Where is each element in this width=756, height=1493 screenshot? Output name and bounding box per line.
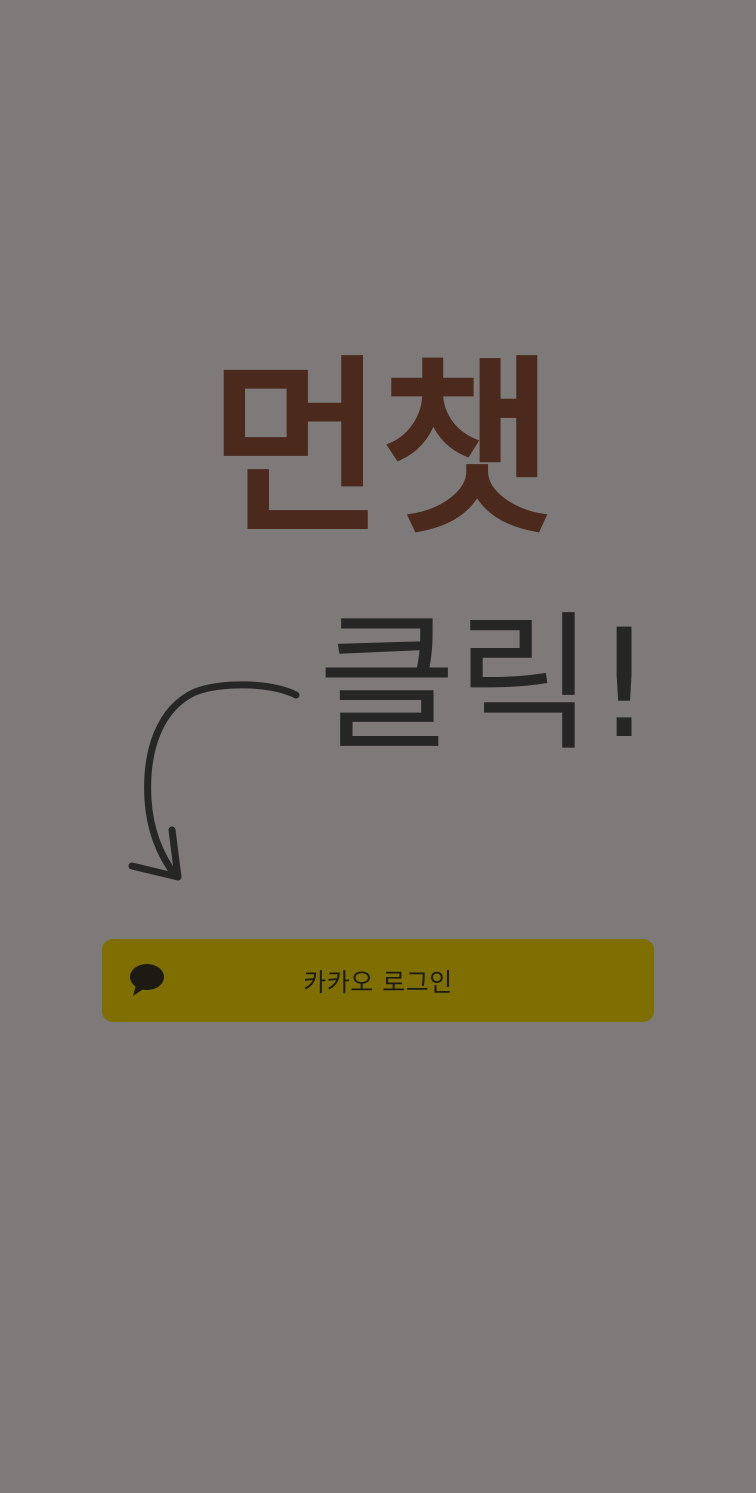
login-screen: 먼챗 클릭! 카카오 로그인 [0,0,756,1493]
app-logo: 먼챗 [209,339,555,560]
kakao-login-label: 카카오 로그인 [303,967,453,997]
kakao-login-button[interactable]: 카카오 로그인 [102,939,654,1022]
click-hint-text: 클릭! [318,598,655,772]
curved-arrow-down-icon [128,681,300,881]
